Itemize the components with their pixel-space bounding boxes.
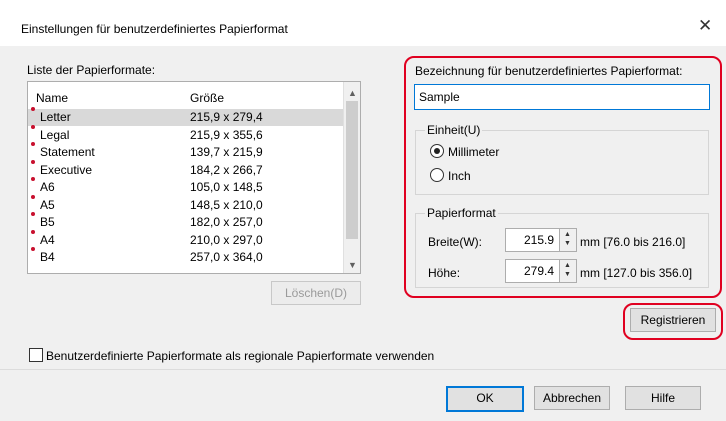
height-value: 279.4 xyxy=(523,264,554,278)
list-item[interactable]: A4 210,0 x 297,0 xyxy=(28,229,344,249)
unit-mm-radio[interactable] xyxy=(430,144,444,158)
paper-format-list[interactable]: Name Größe Letter 215,9 x 279,4 Legal 215,9… xyxy=(27,81,361,274)
list-item[interactable]: Executive 184,2 x 266,7 xyxy=(28,159,344,179)
custom-format-marker-icon xyxy=(31,229,35,234)
item-name: B4 xyxy=(40,250,55,264)
close-icon[interactable]: ✕ xyxy=(698,16,712,36)
register-button[interactable]: Registrieren xyxy=(630,308,716,332)
help-button[interactable]: Hilfe xyxy=(625,386,701,410)
unit-inch-label[interactable]: Inch xyxy=(448,169,471,183)
spin-up-icon[interactable]: ▲ xyxy=(564,262,571,269)
spin-down-icon[interactable]: ▼ xyxy=(564,240,571,247)
item-size: 105,0 x 148,5 xyxy=(190,180,263,194)
list-item[interactable]: Letter 215,9 x 279,4 xyxy=(28,107,344,126)
scroll-thumb[interactable] xyxy=(346,101,358,239)
custom-format-marker-icon xyxy=(31,107,35,111)
custom-format-marker-icon xyxy=(31,194,35,199)
height-label: Höhe: xyxy=(428,266,461,280)
item-size: 210,0 x 297,0 xyxy=(190,232,263,247)
list-item[interactable]: A6 105,0 x 148,5 xyxy=(28,177,344,196)
width-label: Breite(W): xyxy=(428,235,482,249)
custom-format-marker-icon xyxy=(31,177,35,181)
title-bar: Einstellungen für benutzerdefiniertes Pa… xyxy=(0,0,726,46)
item-name: Legal xyxy=(40,127,70,142)
item-name: B5 xyxy=(40,215,55,229)
item-size: 182,0 x 257,0 xyxy=(190,215,263,229)
custom-name-value: Sample xyxy=(419,90,460,104)
format-group-label: Papierformat xyxy=(425,206,498,220)
item-name: Statement xyxy=(40,145,95,159)
dialog-title: Einstellungen für benutzerdefiniertes Pa… xyxy=(21,22,288,36)
custom-format-marker-icon xyxy=(31,212,35,216)
custom-name-input[interactable]: Sample xyxy=(414,84,710,110)
paper-list-label: Liste der Papierformate: xyxy=(27,63,156,77)
custom-format-marker-icon xyxy=(31,159,35,164)
unit-mm-label[interactable]: Millimeter xyxy=(448,145,499,159)
delete-button[interactable]: Löschen(D) xyxy=(271,281,361,305)
scroll-up-icon[interactable]: ▲ xyxy=(348,88,357,98)
item-size: 184,2 x 266,7 xyxy=(190,162,263,177)
radio-selected-dot xyxy=(434,148,440,154)
custom-paper-dialog: Einstellungen für benutzerdefiniertes Pa… xyxy=(0,0,726,421)
item-size: 215,9 x 355,6 xyxy=(190,127,263,142)
unit-group xyxy=(415,130,709,195)
item-name: A6 xyxy=(40,180,55,194)
list-item[interactable]: Legal 215,9 x 355,6 xyxy=(28,124,344,144)
list-item[interactable]: A5 148,5 x 210,0 xyxy=(28,194,344,214)
item-name: A5 xyxy=(40,197,55,212)
list-scrollbar[interactable]: ▲ ▼ xyxy=(343,82,360,273)
custom-format-marker-icon xyxy=(31,124,35,129)
item-size: 257,0 x 364,0 xyxy=(190,250,263,264)
width-spinner[interactable]: 215.9 ▲ ▼ xyxy=(505,228,577,252)
width-range: mm [76.0 bis 216.0] xyxy=(580,235,686,249)
unit-inch-radio[interactable] xyxy=(430,168,444,182)
regional-formats-label[interactable]: Benutzerdefinierte Papierformate als reg… xyxy=(46,349,434,363)
custom-format-marker-icon xyxy=(31,247,35,251)
scroll-down-icon[interactable]: ▼ xyxy=(348,260,357,270)
item-size: 215,9 x 279,4 xyxy=(190,110,263,124)
unit-group-label: Einheit(U) xyxy=(425,123,483,137)
list-item[interactable]: B5 182,0 x 257,0 xyxy=(28,212,344,231)
item-name: A4 xyxy=(40,232,55,247)
list-item[interactable]: Statement 139,7 x 215,9 xyxy=(28,142,344,161)
column-header-name[interactable]: Name xyxy=(36,91,68,105)
ok-button[interactable]: OK xyxy=(446,386,524,412)
item-name: Letter xyxy=(40,110,71,124)
custom-name-label: Bezeichnung für benutzerdefiniertes Papi… xyxy=(415,64,683,78)
item-name: Executive xyxy=(40,162,93,177)
height-range: mm [127.0 bis 356.0] xyxy=(580,266,693,280)
width-spinner-arrows[interactable]: ▲ ▼ xyxy=(559,229,576,251)
height-spinner-arrows[interactable]: ▲ ▼ xyxy=(559,260,576,282)
footer-separator xyxy=(0,369,726,370)
item-size: 148,5 x 210,0 xyxy=(190,197,263,212)
width-value: 215.9 xyxy=(523,233,554,247)
list-item[interactable]: B4 257,0 x 364,0 xyxy=(28,247,344,266)
column-header-size[interactable]: Größe xyxy=(190,91,224,105)
cancel-button[interactable]: Abbrechen xyxy=(534,386,610,410)
custom-format-marker-icon xyxy=(31,142,35,146)
spin-down-icon[interactable]: ▼ xyxy=(564,271,571,278)
height-spinner[interactable]: 279.4 ▲ ▼ xyxy=(505,259,577,283)
spin-up-icon[interactable]: ▲ xyxy=(564,231,571,238)
regional-formats-checkbox[interactable] xyxy=(29,348,43,362)
item-size: 139,7 x 215,9 xyxy=(190,145,263,159)
